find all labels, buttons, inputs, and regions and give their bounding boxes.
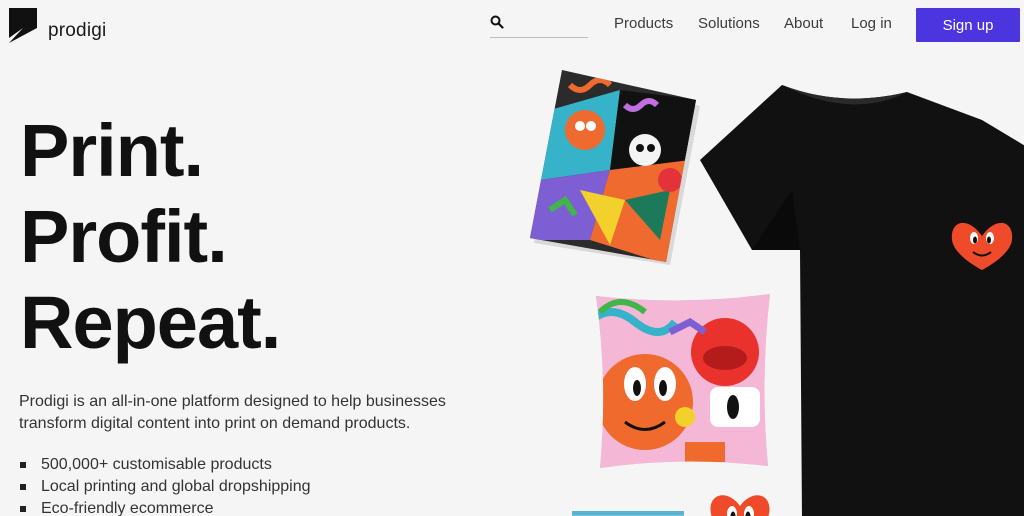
nav-about[interactable]: About xyxy=(784,15,823,32)
feature-item: Eco-friendly ecommerce xyxy=(19,498,311,516)
hero-description: Prodigi is an all-in-one platform design… xyxy=(19,393,446,432)
headline-line-print: Print. xyxy=(20,109,204,192)
hero-headline: Print. Profit. Repeat. xyxy=(20,108,281,366)
nav-products[interactable]: Products xyxy=(614,15,673,32)
feature-item: 500,000+ customisable products xyxy=(19,454,311,476)
page: prodigi Products Solutions About Log in … xyxy=(0,0,1024,516)
mug-product-image xyxy=(572,505,684,516)
feature-list: 500,000+ customisable products Local pri… xyxy=(19,454,311,516)
nav-login[interactable]: Log in xyxy=(851,15,892,32)
heart-sticker-product-image xyxy=(705,490,775,516)
tshirt-product-image xyxy=(692,80,1024,516)
feature-item: Local printing and global dropshipping xyxy=(19,476,311,498)
prodigi-logo-icon xyxy=(9,8,37,43)
notebook-product-image xyxy=(530,70,700,265)
logo[interactable]: prodigi xyxy=(9,8,106,43)
nav-solutions[interactable]: Solutions xyxy=(698,15,760,32)
sign-up-button[interactable]: Sign up xyxy=(916,8,1020,42)
headline-line-repeat: Repeat. xyxy=(20,281,281,364)
search-input[interactable] xyxy=(508,10,588,36)
search-bar xyxy=(490,10,588,38)
headline-line-profit: Profit. xyxy=(20,195,228,278)
logo-text: prodigi xyxy=(48,20,107,41)
search-icon[interactable] xyxy=(490,15,504,29)
